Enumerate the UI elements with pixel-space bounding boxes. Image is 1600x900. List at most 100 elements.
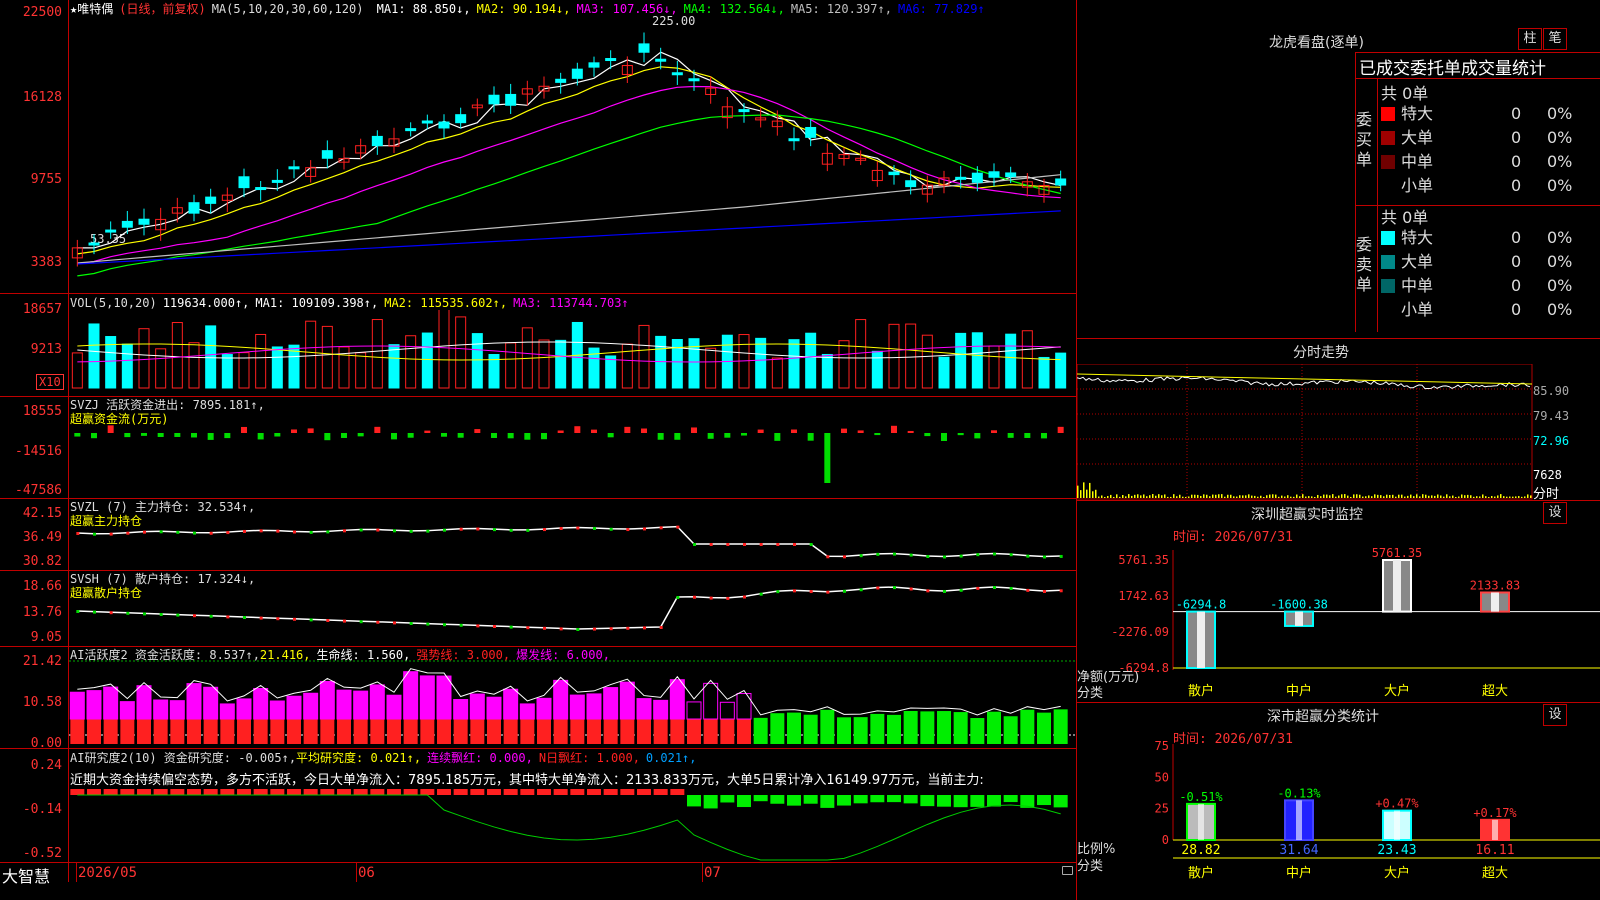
classify-category-label: 中户 xyxy=(1286,865,1312,881)
svsh-line-dot xyxy=(776,590,780,594)
price-y-axis: 22500 16128 9755 3383 xyxy=(0,0,66,293)
sell-row-pct: 0% xyxy=(1547,252,1573,271)
flow-bar xyxy=(357,433,364,437)
classify-bar-chart[interactable]: 75 50 25 0 -0.51% 28.82 散户 -0.13% 31.64 中户 +0.47% 2… xyxy=(1077,740,1600,900)
study-bar xyxy=(837,795,851,806)
intraday-vol-bar xyxy=(1302,494,1304,498)
svzl-line xyxy=(77,525,1061,558)
svsh-line-dot xyxy=(676,596,680,600)
tick-mode-button[interactable]: 笔 xyxy=(1543,28,1567,50)
buy-row: 大单 0 0% xyxy=(1381,126,1600,150)
activity-bar xyxy=(336,689,352,720)
chart-mode[interactable]: (日线，前复权) xyxy=(119,2,205,16)
svzl-line-dot xyxy=(176,530,180,534)
svzl-line-dot xyxy=(1026,554,1030,558)
classify-settings-button[interactable]: 设 xyxy=(1543,704,1567,726)
activity-bar xyxy=(219,703,235,720)
svzl-line-dot xyxy=(376,528,380,532)
flow-bar xyxy=(674,433,681,440)
intraday-vol-bar xyxy=(1125,496,1127,498)
activity-bar xyxy=(269,700,285,720)
ai-activity-chart[interactable] xyxy=(69,647,1075,748)
svsh-line-dot xyxy=(859,588,863,592)
activity-bar xyxy=(719,701,735,720)
volume-bar xyxy=(171,322,183,389)
bar-mode-button[interactable]: 柱 xyxy=(1518,28,1542,50)
intraday-vol-bar xyxy=(1425,494,1427,498)
intraday-vol-bar xyxy=(1359,494,1361,498)
color-swatch xyxy=(1381,279,1395,293)
activity-bar xyxy=(369,684,385,720)
intraday-vol-bar xyxy=(1317,494,1319,498)
candle xyxy=(421,120,433,124)
svsh-chart[interactable] xyxy=(69,571,1075,646)
flow-bar xyxy=(374,426,381,433)
intraday-vol-bar xyxy=(1191,494,1193,498)
vol-unit-badge[interactable]: X10 xyxy=(36,374,64,390)
intraday-vol-bar xyxy=(1503,496,1505,498)
intraday-vol-bar xyxy=(1512,496,1514,498)
intraday-vol-bar xyxy=(1473,496,1475,498)
activity-bar-base xyxy=(153,719,168,744)
svsh-line-dot xyxy=(593,627,596,631)
lhb-tab-title[interactable]: 已成交委托单成交量统计 xyxy=(1359,54,1546,79)
ai-study-title: AI研究度2(10) 资金研究度: -0.005↑, xyxy=(70,751,297,765)
svzl-line-dot xyxy=(76,532,80,535)
intraday-vol-bar xyxy=(1404,496,1406,498)
monitor-settings-button[interactable]: 设 xyxy=(1543,502,1567,524)
volume-bar xyxy=(538,339,550,389)
monitor-bar-chart[interactable]: 5761.351742.63-2276.09-6294.8-6294.8散户-1… xyxy=(1077,540,1600,702)
flow-bar xyxy=(957,433,964,436)
svzl-line-dot xyxy=(393,529,396,533)
intraday-vol-bar xyxy=(1212,494,1214,498)
svzj-chart[interactable] xyxy=(69,397,1075,498)
price-header: ★唯特偶 (日线，前复权) MA(5,10,20,30,60,120) MA1: 8… xyxy=(70,2,997,16)
lock-icon[interactable] xyxy=(1062,866,1073,875)
logo[interactable]: 大智慧 xyxy=(2,863,50,887)
intraday-vol-bar xyxy=(1329,495,1331,498)
intraday-vol-bar xyxy=(1257,496,1259,498)
vol-tick-1: 18657 xyxy=(22,302,62,317)
activity-bar-base xyxy=(653,719,668,744)
candle xyxy=(955,176,967,180)
study-bar xyxy=(70,789,85,795)
candlestick-chart[interactable] xyxy=(69,18,1075,293)
monitor-bar-highlight xyxy=(1295,611,1303,626)
volume-bar xyxy=(805,332,817,389)
activity-bar xyxy=(703,682,719,720)
svzl-line-dot xyxy=(443,528,446,532)
svzl-line-dot xyxy=(909,553,913,557)
svsh-line-dot xyxy=(959,588,963,592)
buy-row: 中单 0 0% xyxy=(1381,150,1600,174)
flow-bar xyxy=(274,433,281,437)
ai-study-chart[interactable] xyxy=(69,785,1075,862)
volume-bar xyxy=(788,339,800,389)
activity-bar xyxy=(303,692,319,720)
intraday-chart[interactable] xyxy=(1077,364,1534,500)
intraday-vol-bar xyxy=(1266,495,1268,498)
vol-tick-2: 9213 xyxy=(30,342,62,357)
monitor-category-label: 超大 xyxy=(1482,684,1508,699)
intraday-vol-bar xyxy=(1227,494,1229,498)
svzl-chart[interactable] xyxy=(69,499,1075,570)
flow-bar xyxy=(141,433,147,436)
study-bar xyxy=(270,789,285,795)
intraday-vol-bar xyxy=(1311,496,1313,498)
intraday-vol-bar xyxy=(1428,495,1430,498)
svsh-line-dot xyxy=(109,611,113,615)
sell-row-name: 小单 xyxy=(1401,300,1434,319)
intraday-vol-bar xyxy=(1089,482,1091,498)
svsh-line-dot xyxy=(76,610,80,613)
volume-bar xyxy=(155,348,167,389)
intraday-vol-bar xyxy=(1479,496,1481,498)
lhb-top-line xyxy=(1355,52,1600,53)
ma-line-2 xyxy=(77,66,1061,255)
main-chart-area[interactable]: ★唯特偶 (日线，前复权) MA(5,10,20,30,60,120) MA1: 8… xyxy=(0,0,1077,900)
svsh-line-dot xyxy=(443,623,446,627)
intraday-vol-bar xyxy=(1356,494,1358,498)
volume-chart[interactable] xyxy=(69,310,1075,396)
activity-bar xyxy=(436,675,452,720)
activity-bar-base xyxy=(420,719,435,744)
intraday-vol-bar xyxy=(1293,496,1295,498)
svzl-line-dot xyxy=(976,553,980,557)
